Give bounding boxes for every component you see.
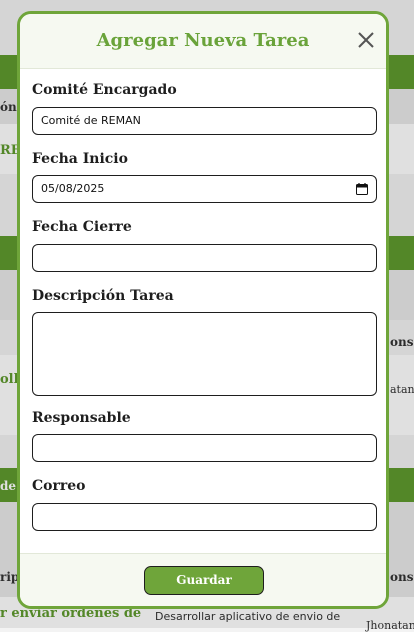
modal-footer: Guardar xyxy=(20,553,386,606)
description-textarea[interactable] xyxy=(32,312,377,396)
calendar-icon[interactable] xyxy=(356,183,368,195)
add-task-modal: Agregar Nueva Tarea Comité Encargado Com… xyxy=(17,11,389,609)
modal-title: Agregar Nueva Tarea xyxy=(96,30,310,51)
close-icon[interactable] xyxy=(356,30,376,50)
end-date-label: Fecha Cierre xyxy=(32,219,132,235)
start-date-input[interactable]: 05/08/2025 xyxy=(32,175,377,203)
description-label: Descripción Tarea xyxy=(32,288,174,304)
end-date-input[interactable] xyxy=(32,244,377,272)
responsible-input[interactable] xyxy=(32,434,377,462)
start-date-value: 05/08/2025 xyxy=(41,182,105,195)
save-button[interactable]: Guardar xyxy=(144,566,264,595)
responsible-label: Responsable xyxy=(32,410,131,426)
email-label: Correo xyxy=(32,478,86,494)
committee-field[interactable]: Comité de REMAN xyxy=(32,107,377,135)
email-input[interactable] xyxy=(32,503,377,531)
committee-label: Comité Encargado xyxy=(32,82,177,98)
modal-header: Agregar Nueva Tarea xyxy=(20,14,386,69)
start-date-label: Fecha Inicio xyxy=(32,151,128,167)
